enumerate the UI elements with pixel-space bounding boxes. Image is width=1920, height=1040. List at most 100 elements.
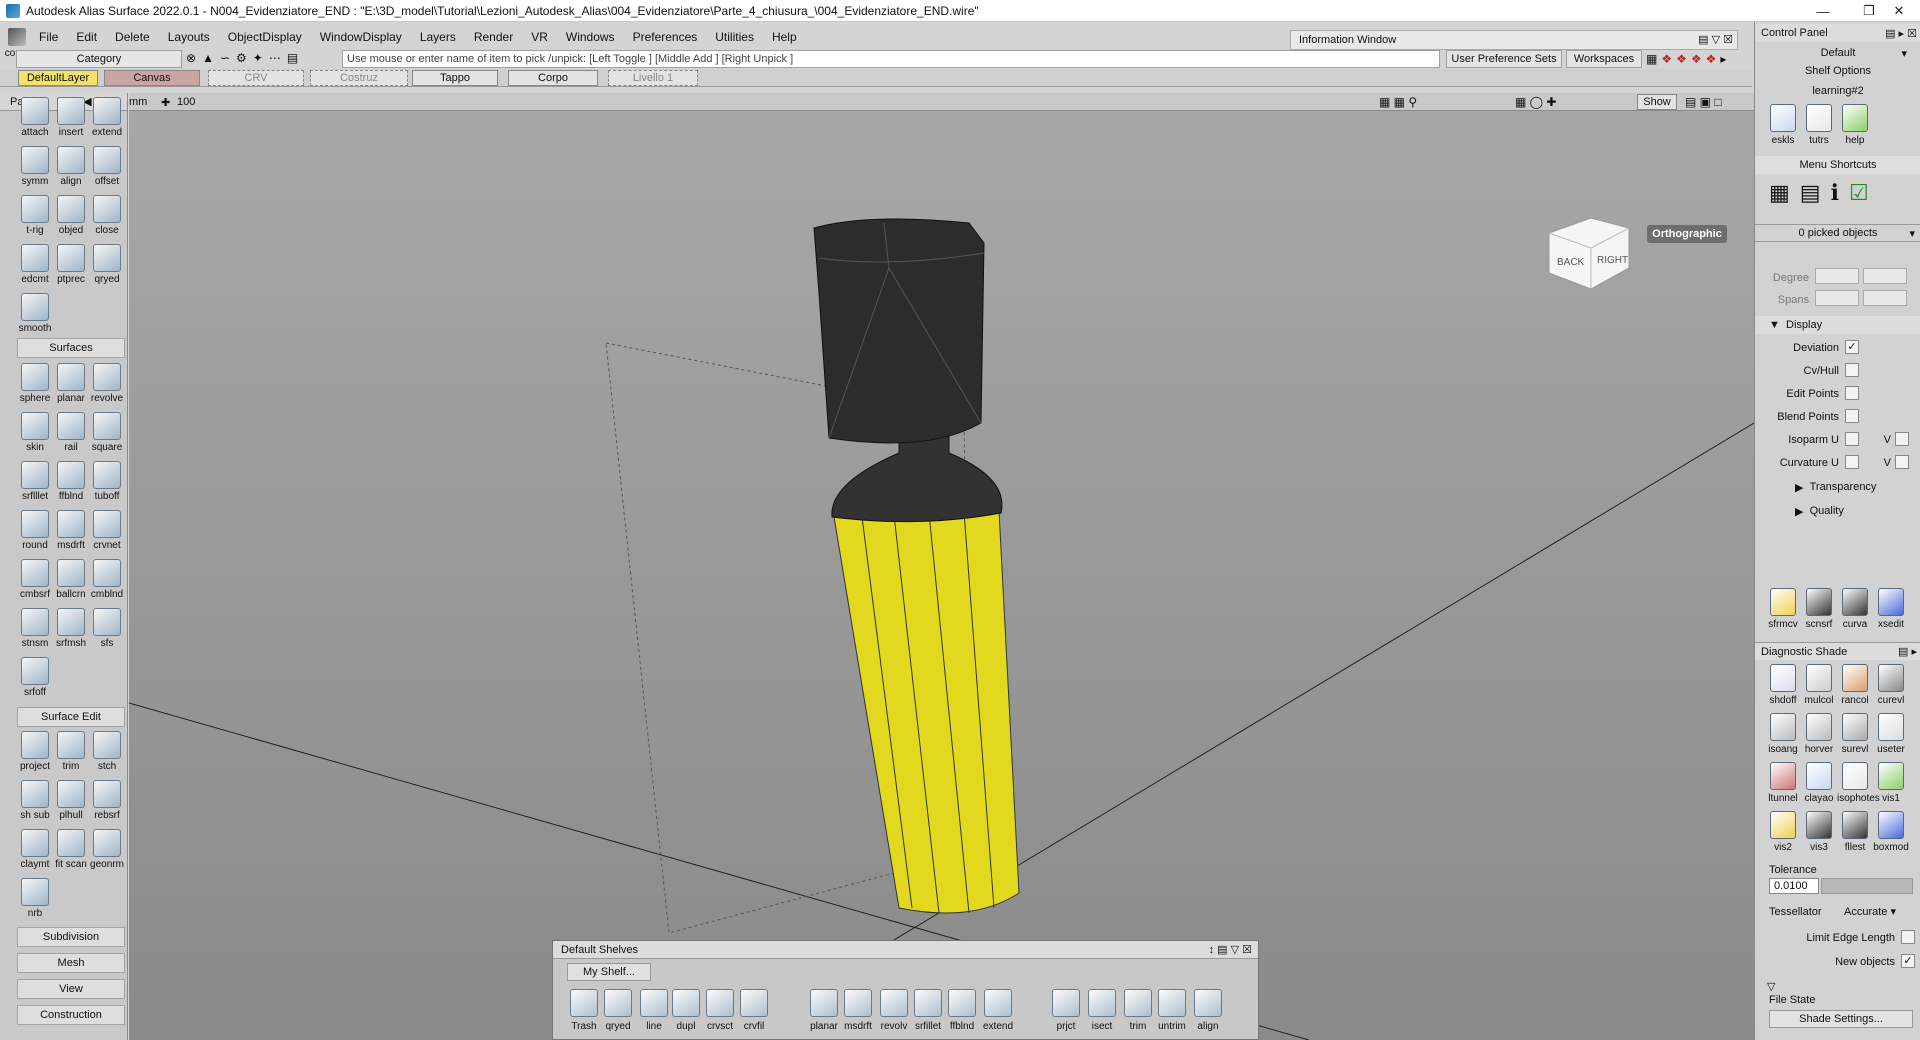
palette-tool-skin[interactable]: skin — [17, 410, 53, 456]
list-icon[interactable]: ▤ — [287, 51, 298, 67]
shelf-tool-untrim[interactable]: untrim — [1155, 989, 1189, 1032]
display-v-checkbox[interactable] — [1895, 432, 1909, 446]
diag-tool-rancol[interactable]: rancol — [1837, 664, 1873, 706]
picked-objects-row[interactable]: 0 picked objects ▾ — [1755, 224, 1920, 242]
analysis-tool-sfrmcv[interactable]: sfrmcv — [1765, 588, 1801, 630]
palette-tool-srfoff[interactable]: srfoff — [17, 655, 53, 701]
pick-cv-icon[interactable]: ▲ — [202, 51, 214, 67]
display-v-checkbox[interactable] — [1895, 455, 1909, 469]
palette-tool-msdrft[interactable]: msdrft — [53, 508, 89, 554]
palette-tool-qryed[interactable]: qryed — [89, 242, 125, 288]
palette-tool-attach[interactable]: attach — [17, 95, 53, 141]
menu-delete[interactable]: Delete — [106, 30, 159, 44]
viewport-layout-icon[interactable]: ▤ ▣ □ — [1685, 95, 1722, 109]
palette-tool-insert[interactable]: insert — [53, 95, 89, 141]
shelf-tool-msdrft[interactable]: msdrft — [841, 989, 875, 1032]
shade-settings-button[interactable]: Shade Settings... — [1769, 1010, 1913, 1028]
category-dropdown[interactable]: Category — [16, 50, 182, 68]
palette-tool-align[interactable]: align — [53, 144, 89, 190]
shelves-controls-icon[interactable]: ↕ ▤ ▽ ☒ — [1209, 941, 1252, 959]
layer-tappo[interactable]: Tappo — [412, 70, 498, 86]
menu-file[interactable]: File — [30, 30, 67, 44]
shelf-tool-trim[interactable]: trim — [1121, 989, 1155, 1032]
palette-tool-offset[interactable]: offset — [89, 144, 125, 190]
shelf-tool-crvsct[interactable]: crvsct — [703, 989, 737, 1032]
shelf-tool-extend[interactable]: extend — [981, 989, 1015, 1032]
learning-tab[interactable]: learning#2 — [1755, 82, 1920, 100]
pick-icon[interactable]: ⊗ — [186, 51, 196, 67]
display-cv-hull-checkbox[interactable] — [1845, 363, 1859, 377]
menu-edit[interactable]: Edit — [67, 30, 106, 44]
layer-livello1[interactable]: Livello 1 — [608, 70, 698, 86]
user-pref-sets-button[interactable]: User Preference Sets — [1446, 50, 1562, 68]
palette-tool-rail[interactable]: rail — [53, 410, 89, 456]
palette-tool-ptprec[interactable]: ptprec — [53, 242, 89, 288]
palette-tool-trim[interactable]: trim — [53, 729, 89, 775]
layer-costruz[interactable]: Costruz — [310, 70, 408, 86]
display-section[interactable]: ▼ Display — [1755, 316, 1920, 334]
diag-tool-horver[interactable]: horver — [1801, 713, 1837, 755]
section-subdivision[interactable]: Subdivision — [17, 927, 125, 947]
display-blend-points-checkbox[interactable] — [1845, 409, 1859, 423]
shelf-tool-line[interactable]: line — [637, 989, 671, 1032]
palette-tool-geonrm[interactable]: geonrm — [89, 827, 125, 873]
diag-tool-isoang[interactable]: isoang — [1765, 713, 1801, 755]
new-objects-checkbox[interactable]: ✓ — [1901, 954, 1915, 968]
palette-tool-smooth[interactable]: smooth — [17, 291, 53, 337]
curve-icon[interactable]: ∽ — [220, 51, 230, 67]
palette-tool-fit-scan[interactable]: fit scan — [53, 827, 89, 873]
analysis-tool-curva[interactable]: curva — [1837, 588, 1873, 630]
limit-edge-checkbox[interactable] — [1901, 930, 1915, 944]
layer-corpo[interactable]: Corpo — [508, 70, 598, 86]
palette-tool-cmbsrf[interactable]: cmbsrf — [17, 557, 53, 603]
diag-tool-useter[interactable]: useter — [1873, 713, 1909, 755]
tolerance-slider[interactable] — [1821, 878, 1913, 894]
analysis-tool-scnsrf[interactable]: scnsrf — [1801, 588, 1837, 630]
point-icon[interactable]: ✦ — [253, 51, 263, 67]
layer-canvas[interactable]: Canvas — [104, 70, 200, 86]
shortcut-check-icon[interactable]: ☑ — [1849, 180, 1869, 210]
learn-tool-help[interactable]: help — [1837, 104, 1873, 146]
palette-tool-rebsrf[interactable]: rebsrf — [89, 778, 125, 824]
menu-render[interactable]: Render — [465, 30, 522, 44]
palette-tool-sphere[interactable]: sphere — [17, 361, 53, 407]
palette-tool-srfmsh[interactable]: srfmsh — [53, 606, 89, 652]
palette-tool-stch[interactable]: stch — [89, 729, 125, 775]
ws-tool1-icon[interactable]: ❖ — [1661, 52, 1672, 66]
ws-arrow-icon[interactable]: ▸ — [1720, 52, 1726, 66]
shelf-tool-qryed[interactable]: qryed — [601, 989, 635, 1032]
palette-tool-round[interactable]: round — [17, 508, 53, 554]
section-surface-edit[interactable]: Surface Edit — [17, 707, 125, 727]
layer-crv[interactable]: CRV — [208, 70, 304, 86]
menu-windows[interactable]: Windows — [557, 30, 624, 44]
shelf-tool-align[interactable]: align — [1191, 989, 1225, 1032]
palette-tool-planar[interactable]: planar — [53, 361, 89, 407]
section-construction[interactable]: Construction — [17, 1005, 125, 1025]
palette-tool-ffblnd[interactable]: ffblnd — [53, 459, 89, 505]
diag-tool-isophotes[interactable]: isophotes — [1837, 762, 1880, 804]
shortcut-grid-icon[interactable]: ▦ — [1769, 180, 1790, 210]
spans-field-v[interactable] — [1863, 290, 1907, 306]
palette-tool-t-rig[interactable]: t-rig — [17, 193, 53, 239]
ws-tool4-icon[interactable]: ❖ — [1706, 52, 1717, 66]
my-shelf-tab[interactable]: My Shelf... — [567, 963, 651, 981]
palette-tool-cmblnd[interactable]: cmblnd — [89, 557, 125, 603]
shelf-tool-isect[interactable]: isect — [1085, 989, 1119, 1032]
shelf-tool-planar[interactable]: planar — [807, 989, 841, 1032]
palette-tool-project[interactable]: project — [17, 729, 53, 775]
view-cube[interactable]: BACK RIGHT — [1548, 217, 1630, 290]
diag-tool-shdoff[interactable]: shdoff — [1765, 664, 1801, 706]
degree-field-v[interactable] — [1863, 268, 1907, 284]
degree-field[interactable] — [1815, 268, 1859, 284]
menu-shortcuts-row[interactable]: Menu Shortcuts — [1755, 156, 1920, 174]
menu-layouts[interactable]: Layouts — [159, 30, 219, 44]
transparency-row[interactable]: ▶ Transparency — [1755, 478, 1920, 496]
shortcut-doc-icon[interactable]: ▤ — [1800, 180, 1821, 210]
viewport-tools-icon[interactable]: ▦ ▦ ⚲ — [1379, 95, 1417, 109]
minimize-button[interactable]: — — [1800, 0, 1846, 22]
palette-tool-claymt[interactable]: claymt — [17, 827, 53, 873]
palette-tool-srflllet[interactable]: srflllet — [17, 459, 53, 505]
tolerance-field[interactable]: 0.0100 — [1769, 878, 1819, 894]
palette-tool-square[interactable]: square — [89, 410, 125, 456]
palette-tool-stnsm[interactable]: stnsm — [17, 606, 53, 652]
